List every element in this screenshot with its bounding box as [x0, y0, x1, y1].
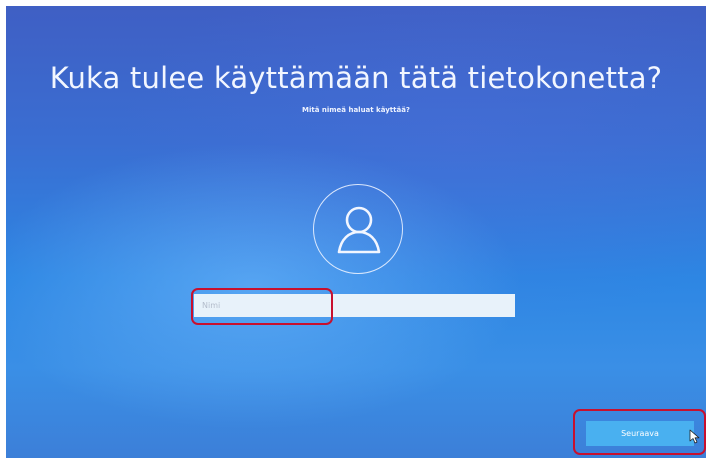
name-field[interactable]: [194, 294, 515, 317]
mouse-pointer-icon: [689, 429, 700, 444]
avatar: [313, 184, 403, 274]
user-icon: [337, 206, 381, 254]
oobe-screen: Kuka tulee käyttämään tätä tietokonetta?…: [6, 6, 706, 458]
next-button[interactable]: Seuraava: [586, 421, 694, 446]
page-subtitle: Mitä nimeä haluat käyttää?: [302, 106, 410, 114]
page-title: Kuka tulee käyttämään tätä tietokonetta?: [49, 61, 663, 95]
